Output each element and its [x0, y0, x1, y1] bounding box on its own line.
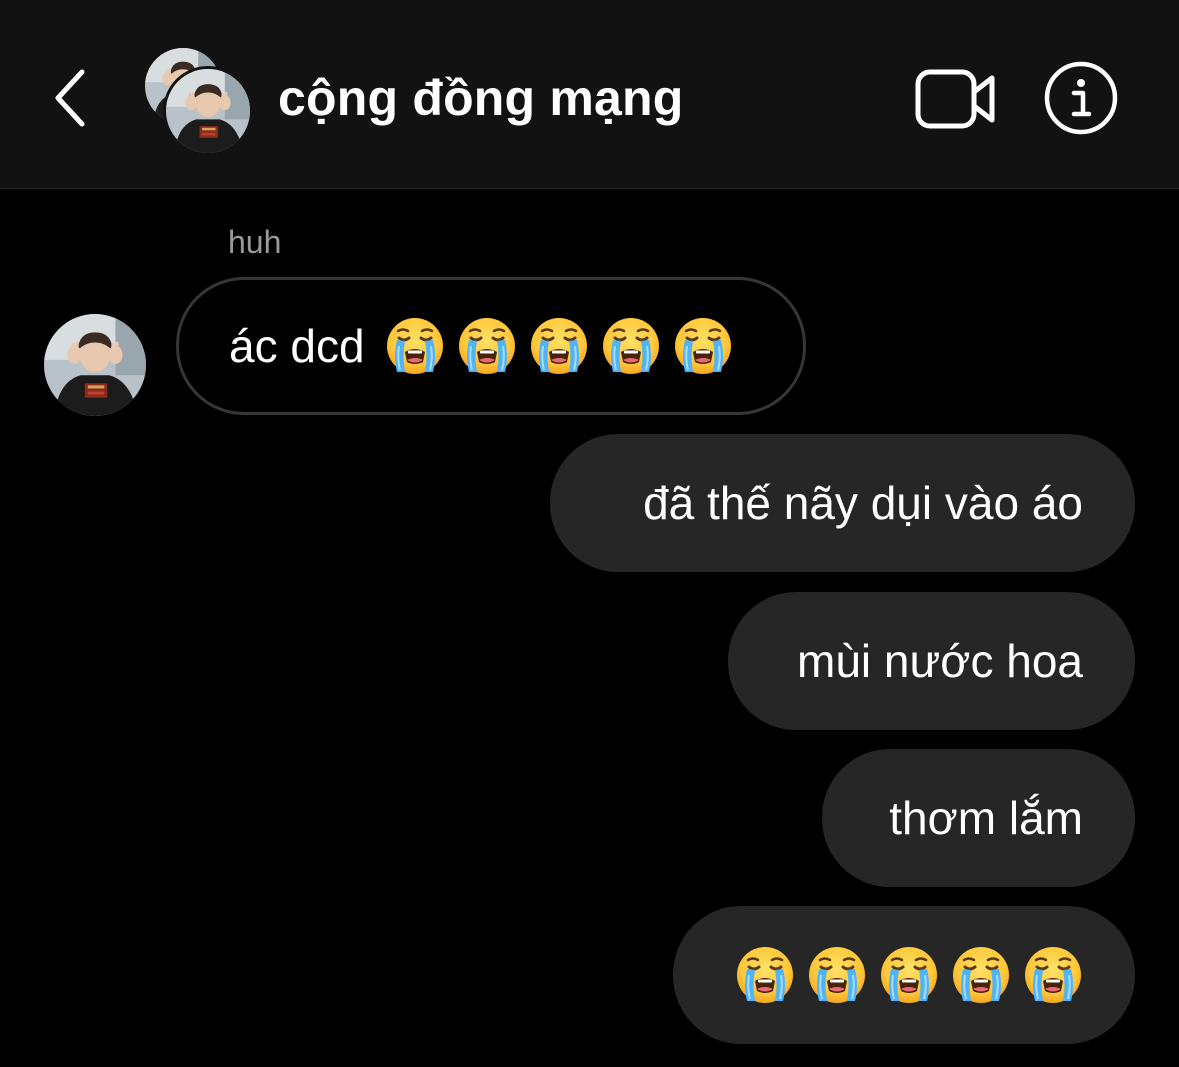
message-text: thơm lắm — [889, 792, 1083, 844]
sent-message-bubble[interactable]: mùi nước hoa — [728, 592, 1135, 730]
message-text: ác dcd — [229, 320, 365, 372]
loudly-crying-face-icon — [457, 316, 517, 376]
loudly-crying-face-icon — [951, 945, 1011, 1005]
loudly-crying-face-icon — [673, 316, 733, 376]
chat-header: cộng đồng mạng — [0, 0, 1179, 189]
chevron-left-icon — [55, 69, 85, 127]
emoji-group — [735, 945, 1083, 1005]
loudly-crying-face-icon — [807, 945, 867, 1005]
sent-message-bubble[interactable]: thơm lắm — [822, 749, 1135, 887]
chat-title[interactable]: cộng đồng mạng — [278, 68, 684, 128]
received-message-bubble[interactable]: ác dcd — [176, 277, 806, 415]
loudly-crying-face-icon — [601, 316, 661, 376]
back-button[interactable] — [48, 66, 92, 130]
message-text: đã thế nãy dụi vào áo — [643, 477, 1083, 529]
loudly-crying-face-icon — [1023, 945, 1083, 1005]
sender-avatar[interactable] — [44, 314, 146, 416]
sent-message-bubble[interactable]: đã thế nãy dụi vào áo — [550, 434, 1135, 572]
loudly-crying-face-icon — [879, 945, 939, 1005]
info-icon — [1044, 61, 1118, 135]
loudly-crying-face-icon — [385, 316, 445, 376]
video-camera-icon — [915, 69, 995, 129]
reply-label: huh — [228, 224, 282, 260]
message-text: mùi nước hoa — [797, 635, 1083, 687]
group-avatar-primary — [163, 66, 253, 156]
video-call-button[interactable] — [914, 66, 998, 132]
group-avatar[interactable] — [143, 46, 253, 156]
chat-screen: cộng đồng mạng huh ác dcd đã thế nãy dụi… — [0, 0, 1179, 1067]
info-button[interactable] — [1043, 60, 1119, 136]
emoji-group — [373, 316, 733, 376]
sent-emoji-bubble[interactable] — [673, 906, 1135, 1044]
loudly-crying-face-icon — [735, 945, 795, 1005]
loudly-crying-face-icon — [529, 316, 589, 376]
